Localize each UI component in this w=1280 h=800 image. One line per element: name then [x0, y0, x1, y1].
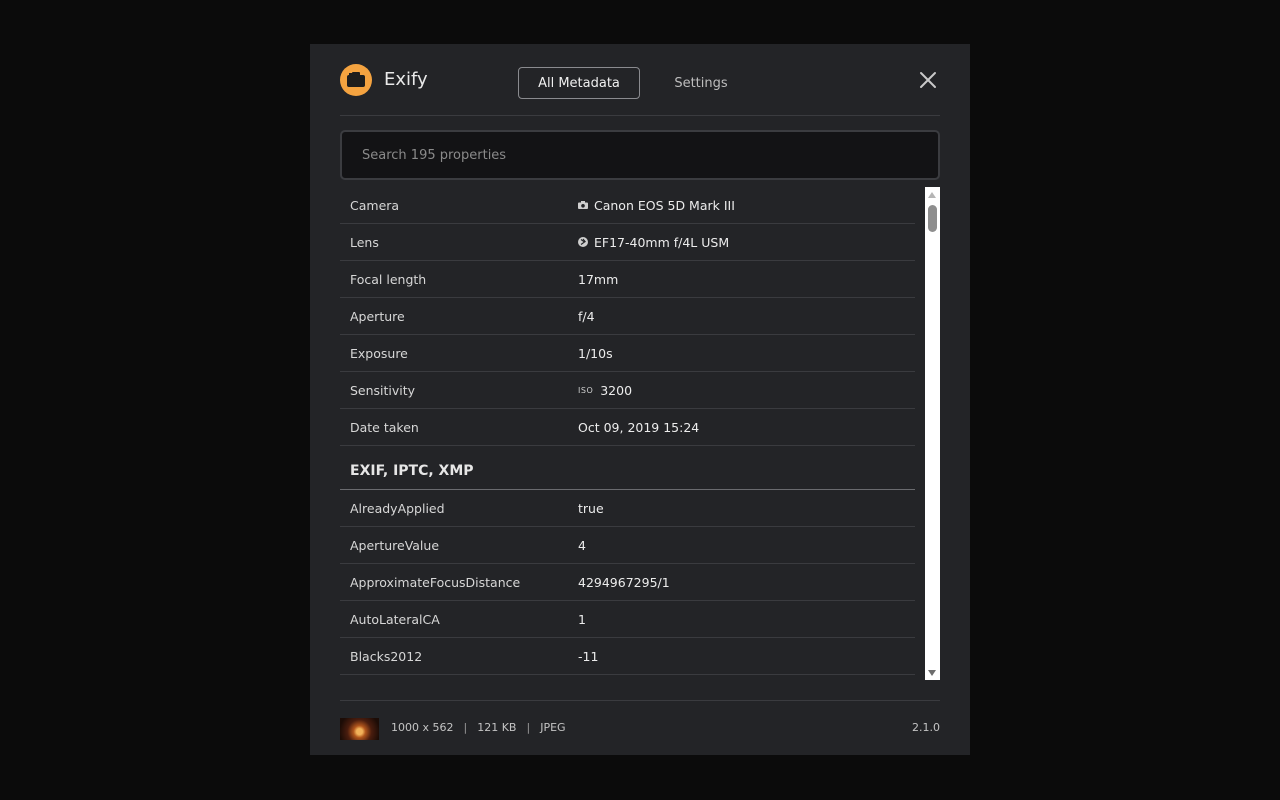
section-title: EXIF, IPTC, XMP — [340, 446, 915, 490]
property-value: 4294967295/1 — [578, 574, 670, 590]
separator: | — [526, 721, 531, 734]
app-version: 2.1.0 — [912, 721, 940, 734]
summary-row-aperture: Aperture f/4 — [340, 298, 915, 335]
scroll-down-arrow-icon[interactable] — [928, 670, 936, 676]
property-key: Lens — [350, 234, 379, 250]
image-dimensions: 1000 x 562 — [391, 721, 454, 734]
property-value: 17mm — [578, 271, 619, 287]
property-value: Canon EOS 5D Mark III — [578, 198, 735, 213]
property-key: AutoLateralCA — [350, 611, 440, 627]
tab-all-metadata[interactable]: All Metadata — [518, 67, 640, 99]
property-row: AutoLateralCA 1 — [340, 601, 915, 638]
exify-panel: Exify All Metadata Settings Camera Canon… — [310, 44, 970, 755]
header: Exify All Metadata Settings — [340, 64, 940, 116]
property-value: ISO 3200 — [578, 383, 632, 398]
scrollbar[interactable] — [925, 187, 940, 680]
search-input[interactable] — [340, 130, 940, 180]
camera-value: Canon EOS 5D Mark III — [594, 197, 735, 213]
property-value: f/4 — [578, 308, 595, 324]
footer: 1000 x 562 | 121 KB | JPEG 2.1.0 — [340, 700, 940, 755]
summary-row-date-taken: Date taken Oct 09, 2019 15:24 — [340, 409, 915, 446]
lens-icon — [578, 237, 588, 247]
close-button[interactable] — [916, 68, 940, 92]
property-key: Sensitivity — [350, 382, 416, 398]
file-format: JPEG — [540, 721, 566, 734]
scrollbar-thumb[interactable] — [928, 205, 937, 232]
summary-row-focal-length: Focal length 17mm — [340, 261, 915, 298]
property-value: Oct 09, 2019 15:24 — [578, 419, 700, 435]
property-key: Blacks2012 — [350, 648, 423, 664]
property-key: Aperture — [350, 308, 405, 324]
iso-label: ISO — [578, 385, 594, 395]
property-value: true — [578, 500, 604, 516]
app-name: Exify — [384, 69, 428, 90]
camera-icon — [347, 72, 365, 87]
property-value: 1 — [578, 611, 586, 627]
summary-row-exposure: Exposure 1/10s — [340, 335, 915, 372]
image-info: 1000 x 562 | 121 KB | JPEG — [391, 721, 566, 734]
property-row: ApproximateFocusDistance 4294967295/1 — [340, 564, 915, 601]
summary-row-camera: Camera Canon EOS 5D Mark III — [340, 187, 915, 224]
image-thumbnail — [340, 718, 379, 740]
separator: | — [463, 721, 468, 734]
property-value: 1/10s — [578, 345, 613, 361]
summary-row-lens: Lens EF17-40mm f/4L USM — [340, 224, 915, 261]
property-key: ApproximateFocusDistance — [350, 574, 521, 590]
property-key: Camera — [350, 197, 400, 213]
property-key: ApertureValue — [350, 537, 440, 553]
property-value: -11 — [578, 648, 599, 664]
summary-row-sensitivity: Sensitivity ISO 3200 — [340, 372, 915, 409]
property-row: AlreadyApplied true — [340, 490, 915, 527]
lens-value: EF17-40mm f/4L USM — [594, 234, 730, 250]
camera-icon — [578, 201, 588, 209]
metadata-list: Camera Canon EOS 5D Mark III Lens EF17-4… — [340, 187, 915, 680]
property-key: Date taken — [350, 419, 419, 435]
property-value: EF17-40mm f/4L USM — [578, 235, 729, 250]
property-value: 4 — [578, 537, 586, 553]
property-row: ApertureValue 4 — [340, 527, 915, 564]
scroll-up-arrow-icon[interactable] — [928, 192, 936, 198]
property-key: AlreadyApplied — [350, 500, 445, 516]
property-key: Exposure — [350, 345, 408, 361]
tab-settings[interactable]: Settings — [670, 67, 732, 99]
app-logo — [340, 64, 372, 96]
close-icon — [920, 72, 936, 88]
property-key: Focal length — [350, 271, 427, 287]
file-size: 121 KB — [477, 721, 517, 734]
property-row: Blacks2012 -11 — [340, 638, 915, 675]
sensitivity-value: 3200 — [600, 382, 633, 398]
